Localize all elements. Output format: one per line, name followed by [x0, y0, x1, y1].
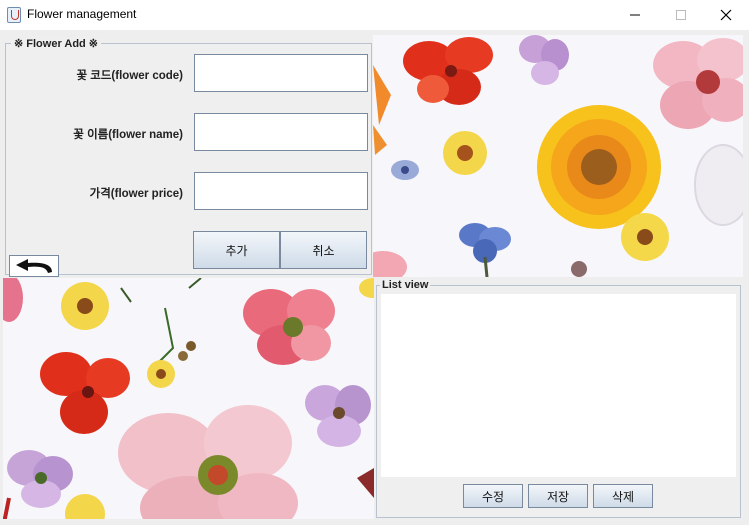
flower-price-label: 가격(flower price)	[89, 188, 183, 200]
cancel-button[interactable]: 취소	[280, 231, 367, 269]
flower-price-input[interactable]	[194, 172, 368, 210]
flower-add-panel: ※ Flower Add ※ 꽃 코드(flower code) 꽃 이름(fl…	[5, 37, 372, 277]
close-icon	[720, 9, 732, 21]
flower-add-legend: ※ Flower Add ※	[11, 37, 102, 50]
maximize-icon	[676, 10, 686, 20]
title-bar: Flower management	[0, 0, 749, 30]
list-view-panel: List view 수정 저장 삭제	[376, 279, 741, 518]
add-button[interactable]: 추가	[193, 231, 280, 269]
flower-name-label: 꽃 이름(flower name)	[73, 129, 183, 141]
flower-list[interactable]	[381, 294, 736, 477]
flower-name-input[interactable]	[194, 113, 368, 151]
delete-button[interactable]: 삭제	[593, 484, 653, 508]
flower-photo-bottom	[3, 278, 374, 519]
window-title: Flower management	[27, 7, 137, 21]
edit-button[interactable]: 수정	[463, 484, 523, 508]
back-arrow-icon	[16, 259, 52, 273]
flower-photo-top	[373, 35, 743, 277]
list-view-legend: List view	[380, 279, 431, 291]
flower-code-label: 꽃 코드(flower code)	[76, 70, 184, 82]
maximize-button[interactable]	[658, 0, 704, 30]
close-button[interactable]	[703, 0, 749, 30]
flower-photo-top-image	[373, 35, 743, 277]
java-cup-icon	[7, 7, 21, 23]
flower-code-input[interactable]	[194, 54, 368, 92]
flower-photo-bottom-image	[3, 278, 374, 519]
back-button[interactable]	[9, 255, 59, 277]
minimize-icon	[630, 14, 640, 16]
client-area: ※ Flower Add ※ 꽃 코드(flower code) 꽃 이름(fl…	[0, 30, 749, 525]
save-button[interactable]: 저장	[528, 484, 588, 508]
minimize-button[interactable]	[612, 0, 658, 30]
